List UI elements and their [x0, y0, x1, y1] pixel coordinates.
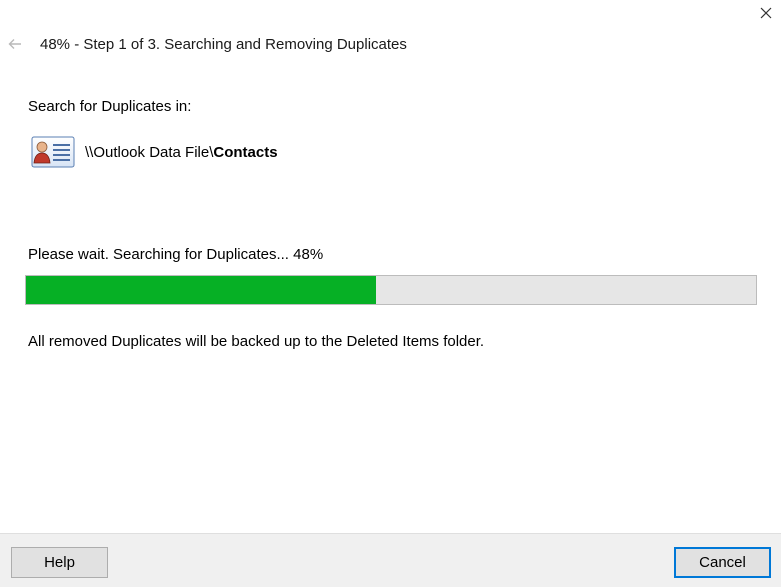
close-icon	[760, 7, 772, 19]
back-arrow-icon	[8, 39, 21, 49]
back-button[interactable]	[6, 35, 24, 53]
folder-name: Contacts	[213, 143, 278, 161]
contacts-folder-icon	[31, 136, 75, 168]
wizard-header: 48% - Step 1 of 3. Searching and Removin…	[0, 33, 781, 55]
backup-note: All removed Duplicates will be backed up…	[28, 333, 485, 350]
footer-bar: Help Cancel	[0, 533, 781, 587]
progress-bar	[25, 275, 757, 305]
progress-fill	[26, 276, 377, 304]
cancel-button[interactable]: Cancel	[674, 547, 771, 578]
folder-path-prefix: \\Outlook Data File\	[85, 143, 214, 161]
step-title: 48% - Step 1 of 3. Searching and Removin…	[40, 35, 407, 53]
search-folder: \\Outlook Data File\Contacts	[31, 136, 278, 168]
search-label: Search for Duplicates in:	[28, 98, 192, 115]
folder-path: \\Outlook Data File\Contacts	[85, 144, 278, 161]
help-button[interactable]: Help	[11, 547, 108, 578]
close-button[interactable]	[753, 2, 779, 24]
progress-label: Please wait. Searching for Duplicates...…	[28, 246, 324, 263]
